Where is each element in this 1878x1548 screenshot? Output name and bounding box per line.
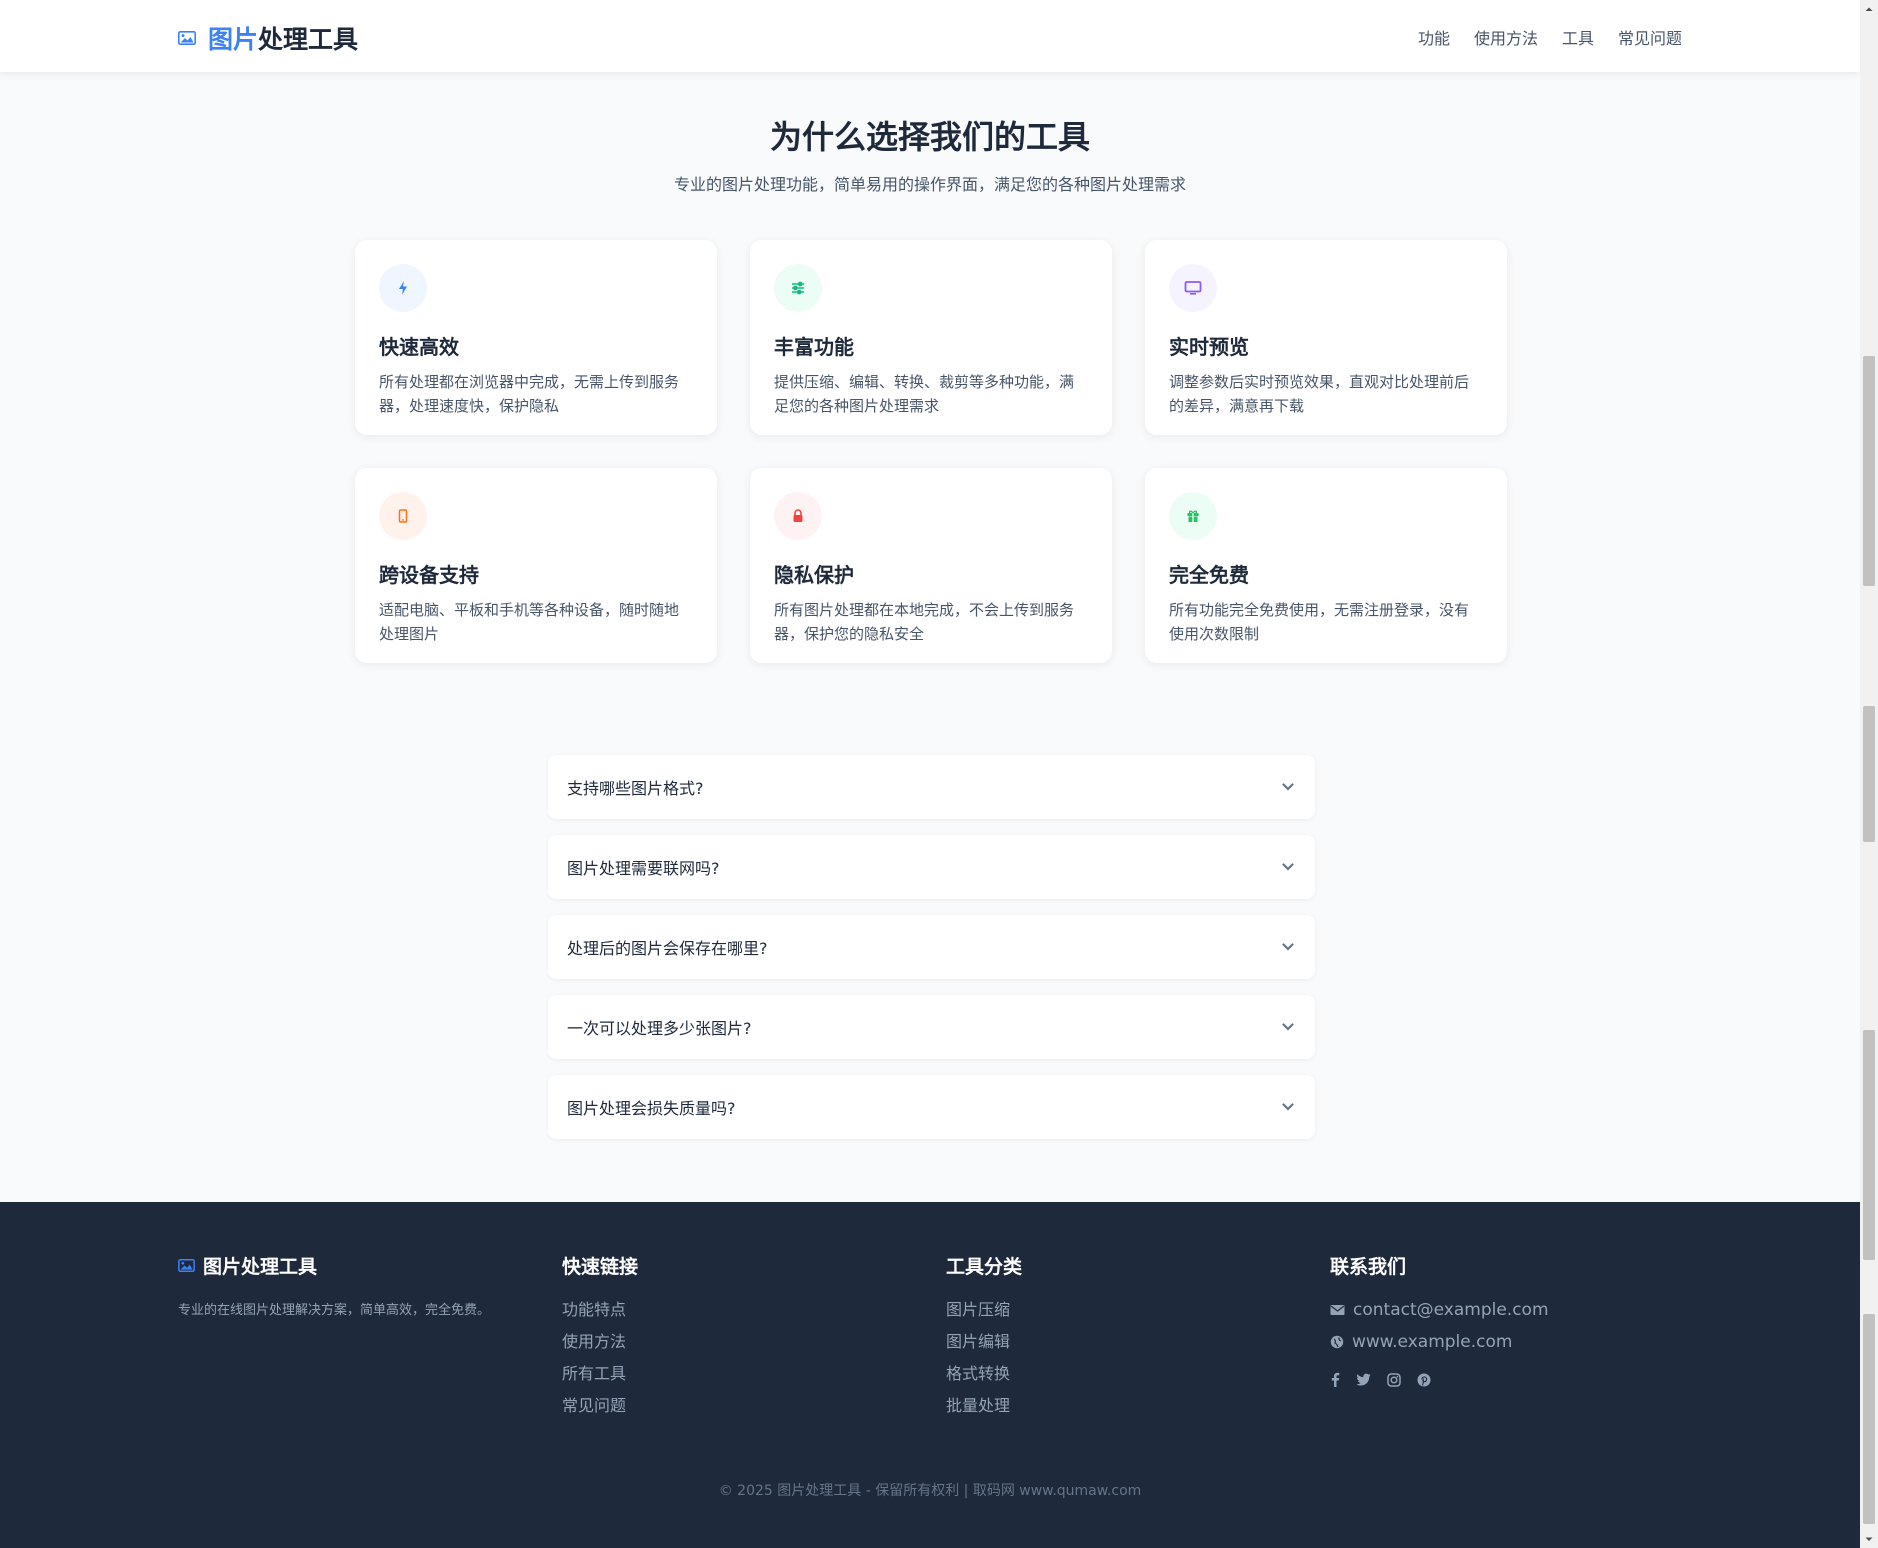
feature-card-title: 跨设备支持 [379,563,479,587]
feature-card-title: 隐私保护 [774,563,854,587]
social-links [1330,1372,1549,1387]
faq-question: 图片处理会损失质量吗? [567,1099,736,1118]
footer-link-faq[interactable]: 常见问题 [562,1390,638,1422]
footer-tool-categories: 工具分类 图片压缩 图片编辑 格式转换 批量处理 [946,1252,1022,1422]
chevron-down-icon [1282,1103,1294,1111]
footer-link-all-tools[interactable]: 所有工具 [562,1358,638,1390]
footer-brand-name: 图片处理工具 [203,1256,318,1278]
footer-contact-title: 联系我们 [1330,1256,1407,1278]
bolt-icon [379,264,427,312]
scrollbar-thumb[interactable] [1863,1314,1875,1524]
logo-rest: 处理工具 [258,25,359,54]
envelope-icon [1330,1305,1345,1315]
feature-cards: 快速高效 所有处理都在浏览器中完成，无需上传到服务器，处理速度快，保护隐私 丰富… [355,240,1507,663]
footer-tools-title: 工具分类 [946,1256,1023,1278]
nav-usage[interactable]: 使用方法 [1474,25,1538,49]
faq-question: 支持哪些图片格式? [567,779,704,798]
footer-link-batch[interactable]: 批量处理 [946,1390,1022,1422]
faq-question: 图片处理需要联网吗? [567,859,720,878]
logo-text: 图片处理工具 [208,20,358,56]
contact-email[interactable]: contact@example.com [1330,1294,1549,1326]
footer-quick-title: 快速链接 [562,1256,639,1278]
page: 图片处理工具 功能 使用方法 工具 常见问题 为什么选择我们的工具 专业的图片处… [0,0,1860,1548]
scroll-down-arrow-icon[interactable] [1860,1530,1878,1548]
faq-item[interactable]: 图片处理会损失质量吗? [548,1075,1315,1139]
scrollbar-thumb[interactable] [1863,1030,1875,1260]
scrollbar-thumb[interactable] [1863,356,1875,586]
footer-link-convert[interactable]: 格式转换 [946,1358,1022,1390]
faq-item[interactable]: 支持哪些图片格式? [548,755,1315,819]
feature-card-desc: 调整参数后实时预览效果，直观对比处理前后的差异，满意再下载 [1169,373,1470,415]
scroll-up-arrow-icon[interactable] [1860,0,1878,18]
feature-card: 隐私保护 所有图片处理都在本地完成，不会上传到服务器，保护您的隐私安全 [750,468,1112,663]
instagram-icon[interactable] [1387,1372,1401,1387]
chevron-down-icon [1282,783,1294,791]
feature-card: 实时预览 调整参数后实时预览效果，直观对比处理前后的差异，满意再下载 [1145,240,1507,435]
nav-faq[interactable]: 常见问题 [1618,25,1682,49]
image-icon [178,1259,195,1272]
contact-email-text: contact@example.com [1353,1300,1549,1320]
footer-link-features[interactable]: 功能特点 [562,1294,638,1326]
footer-brand-title: 图片处理工具 [178,1252,490,1279]
faq-item[interactable]: 处理后的图片会保存在哪里? [548,915,1315,979]
site-header: 图片处理工具 功能 使用方法 工具 常见问题 [0,0,1860,72]
faq-item[interactable]: 图片处理需要联网吗? [548,835,1315,899]
image-icon [178,31,196,45]
feature-card-title: 丰富功能 [774,335,854,359]
faq-question: 处理后的图片会保存在哪里? [567,939,768,958]
mobile-icon [379,492,427,540]
footer-quick-links: 快速链接 功能特点 使用方法 所有工具 常见问题 [562,1252,638,1422]
features-subtitle: 专业的图片处理功能，简单易用的操作界面，满足您的各种图片处理需求 [673,175,1186,194]
logo-accent: 图片 [208,25,259,54]
feature-card: 丰富功能 提供压缩、编辑、转换、裁剪等多种功能，满足您的各种图片处理需求 [750,240,1112,435]
sliders-icon [774,264,822,312]
features-title: 为什么选择我们的工具 [769,118,1090,156]
feature-card-desc: 所有图片处理都在本地完成，不会上传到服务器，保护您的隐私安全 [774,601,1075,643]
faq-item[interactable]: 一次可以处理多少张图片? [548,995,1315,1059]
monitor-icon [1169,264,1217,312]
faq-list: 支持哪些图片格式? 图片处理需要联网吗? 处理后的图片会保存在哪里? 一次可以处… [548,755,1315,1155]
logo[interactable]: 图片处理工具 [178,20,358,56]
copyright: © 2025 图片处理工具 - 保留所有权利 | 取码网 www.qumaw.c… [718,1483,1142,1499]
footer-contact: 联系我们 contact@example.com www.example.com [1330,1252,1549,1387]
feature-card-title: 快速高效 [379,335,459,359]
facebook-icon[interactable] [1330,1372,1340,1387]
chevron-down-icon [1282,1023,1294,1031]
nav-tools[interactable]: 工具 [1562,25,1594,49]
gift-icon [1169,492,1217,540]
lock-icon [774,492,822,540]
footer-brand-desc: 专业的在线图片处理解决方案，简单高效，完全免费。 [178,1303,491,1318]
footer-link-compress[interactable]: 图片压缩 [946,1294,1022,1326]
main-nav: 功能 使用方法 工具 常见问题 [1418,25,1682,49]
nav-features[interactable]: 功能 [1418,25,1450,49]
feature-card-title: 完全免费 [1169,563,1249,587]
feature-card-desc: 适配电脑、平板和手机等各种设备，随时随地处理图片 [379,601,680,643]
site-footer: 图片处理工具 专业的在线图片处理解决方案，简单高效，完全免费。 快速链接 功能特… [0,1202,1860,1548]
faq-question: 一次可以处理多少张图片? [567,1019,752,1038]
feature-card: 完全免费 所有功能完全免费使用，无需注册登录，没有使用次数限制 [1145,468,1507,663]
contact-website[interactable]: www.example.com [1330,1326,1549,1358]
page-scrollbar[interactable] [1860,0,1878,1548]
feature-card: 快速高效 所有处理都在浏览器中完成，无需上传到服务器，处理速度快，保护隐私 [355,240,717,435]
footer-link-usage[interactable]: 使用方法 [562,1326,638,1358]
contact-website-text: www.example.com [1352,1332,1513,1352]
feature-card-desc: 所有处理都在浏览器中完成，无需上传到服务器，处理速度快，保护隐私 [379,373,680,415]
chevron-down-icon [1282,863,1294,871]
feature-card: 跨设备支持 适配电脑、平板和手机等各种设备，随时随地处理图片 [355,468,717,663]
scrollbar-thumb[interactable] [1863,706,1875,842]
footer-brand: 图片处理工具 专业的在线图片处理解决方案，简单高效，完全免费。 [178,1252,490,1318]
pinterest-icon[interactable] [1417,1373,1431,1387]
globe-icon [1330,1335,1344,1349]
twitter-icon[interactable] [1356,1373,1371,1386]
footer-link-edit[interactable]: 图片编辑 [946,1326,1022,1358]
feature-card-desc: 所有功能完全免费使用，无需注册登录，没有使用次数限制 [1169,601,1470,643]
chevron-down-icon [1282,943,1294,951]
feature-card-title: 实时预览 [1169,335,1249,359]
feature-card-desc: 提供压缩、编辑、转换、裁剪等多种功能，满足您的各种图片处理需求 [774,373,1075,415]
